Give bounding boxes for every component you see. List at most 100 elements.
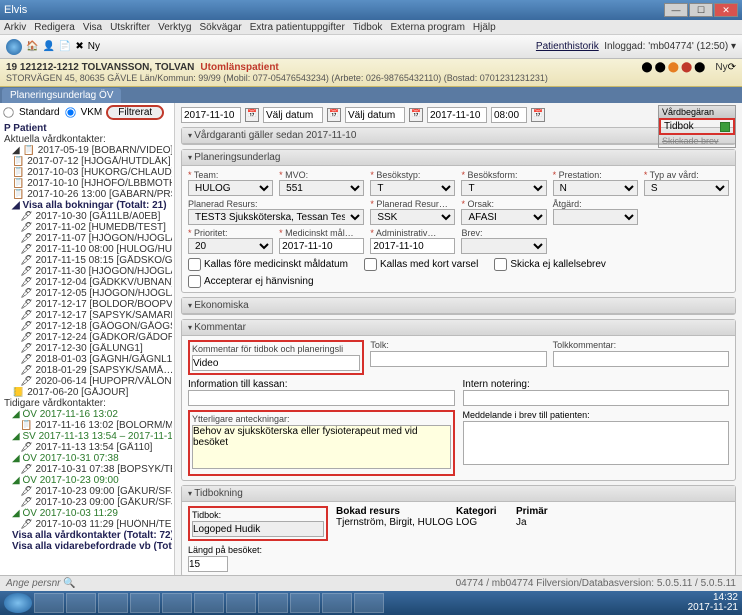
toolbar-icon-3[interactable]: 📄 <box>59 41 71 52</box>
input-meddat[interactable] <box>279 238 364 254</box>
select-besokstyp[interactable]: T <box>370 180 455 196</box>
date-placeholder-2[interactable] <box>345 107 405 123</box>
date-from-1[interactable] <box>181 107 241 123</box>
tree-node[interactable]: 🖋 2017-12-04 [GÅDKKV/UBNAN] <box>2 277 172 288</box>
input-info[interactable] <box>188 390 455 406</box>
tree-node[interactable]: 📒 2017-06-20 [GÅJOUR] <box>2 387 172 398</box>
menu-verktyg[interactable]: Verktyg <box>158 22 191 33</box>
tree-node[interactable]: 🖋 2017-12-17 [SAPSYK/SAMARP] <box>2 310 172 321</box>
select-brev[interactable] <box>461 238 546 254</box>
calendar-icon-1[interactable]: 📅 <box>245 108 259 122</box>
calendar-icon-4[interactable]: 📅 <box>531 108 545 122</box>
check-kortvar[interactable] <box>364 258 377 271</box>
planeringsunderlag-header[interactable]: Planeringsunderlag <box>182 150 735 166</box>
tree-node[interactable]: 📋 2017-11-16 13:02 [BOLORM/MISG] <box>2 420 172 431</box>
tree-node[interactable]: ◢ Visa alla bokningar (Totalt: 21) <box>2 200 172 211</box>
select-prio[interactable]: 20 <box>188 238 273 254</box>
tree-node[interactable]: 🖋 2018-01-29 [SAPSYK/SAMÅ…] <box>2 365 172 376</box>
globe-icon[interactable] <box>6 39 22 55</box>
date-placeholder-1[interactable] <box>263 107 323 123</box>
ny-button[interactable]: Ny <box>715 62 727 73</box>
taskbar-app-3[interactable] <box>98 593 128 613</box>
tree-node[interactable]: 📋 2017-10-03 [HUKORG/CHLAUD] <box>2 167 172 178</box>
tree-node[interactable]: 🖋 2017-10-03 11:29 [HUÖNH/TEST] <box>2 519 172 530</box>
select-besoksform[interactable]: T <box>461 180 546 196</box>
menu-tidbok[interactable]: Tidbok <box>353 22 383 33</box>
taskbar-app-2[interactable] <box>66 593 96 613</box>
menu-hjalp[interactable]: Hjälp <box>473 22 496 33</box>
tree-node[interactable]: 🖋 2017-11-30 [HJÖGON/HJÖGLAK] <box>2 266 172 277</box>
taskbar-app-11[interactable] <box>354 593 384 613</box>
tidbok-toggle-row[interactable]: Tidbok <box>659 118 735 135</box>
tree-node[interactable]: 🖋 2017-11-07 [HJÖGON/HJÖGLAK] <box>2 233 172 244</box>
tree-node[interactable]: Tidigare vårdkontakter: <box>2 398 172 409</box>
tree-node[interactable]: 🖋 2017-10-23 09:00 [GÅKUR/SFJH] <box>2 497 172 508</box>
tree-node[interactable]: ◢ ÖV 2017-10-23 09:00 <box>2 475 172 486</box>
tree-node[interactable]: 🖋 2017-11-02 [HUMEDB/TEST] <box>2 222 172 233</box>
tree-node[interactable]: 🖋 2017-11-15 08:15 [GÅDSKO/GÅDSKOL] <box>2 255 172 266</box>
menu-arkiv[interactable]: Arkiv <box>4 22 26 33</box>
check-accept[interactable] <box>188 275 201 288</box>
menu-externa[interactable]: Externa program <box>390 22 464 33</box>
kommentar-header[interactable]: Kommentar <box>182 320 735 336</box>
menu-sokvagar[interactable]: Sökvägar <box>199 22 241 33</box>
tree-node[interactable]: 🖋 2017-10-31 07:38 [BOPSYK/TEST] <box>2 464 172 475</box>
radio-standard[interactable] <box>3 107 13 117</box>
system-clock[interactable]: 14:32 2017-11-21 <box>688 593 738 613</box>
tree-node[interactable]: 📋 2017-07-12 [HJÖGÅ/HUTDLÅK] <box>2 156 172 167</box>
patienthistorik-link[interactable]: Patienthistorik <box>536 41 599 52</box>
calendar-icon-2[interactable]: 📅 <box>327 108 341 122</box>
toolbar-icon-5[interactable]: Ny <box>88 41 100 52</box>
patient-tree[interactable]: P PatientAktuella vårdkontakter:◢ 📋 2017… <box>2 123 172 552</box>
taskbar-app-10[interactable] <box>322 593 352 613</box>
calendar-icon-3[interactable]: 📅 <box>409 108 423 122</box>
date-from-2[interactable] <box>427 107 487 123</box>
radio-vkm[interactable] <box>65 107 75 117</box>
toolbar-icon-1[interactable]: 🏠 <box>26 41 38 52</box>
select-planres[interactable]: TEST3 Sjuksköterska, Tessan Test <box>188 209 364 225</box>
taskbar-app-8[interactable] <box>258 593 288 613</box>
taskbar-app-5[interactable] <box>162 593 192 613</box>
taskbar-app-4[interactable] <box>130 593 160 613</box>
tree-node[interactable]: 🖋 2017-12-05 [HJÖGON/HJÖGLAK] <box>2 288 172 299</box>
tree-node[interactable]: Visa alla vårdkontakter (Totalt: 72) <box>2 530 172 541</box>
time-field[interactable] <box>491 107 527 123</box>
input-tolkk[interactable] <box>553 351 729 367</box>
menu-visa[interactable]: Visa <box>83 22 102 33</box>
tree-node[interactable]: 🖋 2017-12-30 [GÅLUNG1] <box>2 343 172 354</box>
textarea-ytt[interactable]: Behov av sjuksköterska eller fysioterape… <box>192 425 451 469</box>
tidbokning-header[interactable]: Tidbokning <box>182 486 735 502</box>
refresh-icon[interactable]: ⟳ <box>728 62 736 73</box>
tree-node[interactable]: 🖋 2017-12-18 [GÅÖGON/GÅÖGSRT1] <box>2 321 172 332</box>
tree-node[interactable]: 📋 2017-10-10 [HJHÖFÖ/LBBMOTH] <box>2 178 172 189</box>
select-prestation[interactable]: N <box>553 180 638 196</box>
select-typavvard[interactable]: S <box>644 180 729 196</box>
input-langd[interactable] <box>188 556 228 572</box>
input-komm[interactable] <box>192 355 360 371</box>
taskbar-app-9[interactable] <box>290 593 320 613</box>
tree-node[interactable]: 🖋 2017-12-24 [GÅDKOR/GÅDORPOL] <box>2 332 172 343</box>
tree-node[interactable]: 🖋 2020-06-14 [HUPOPR/VÅLÖNH] <box>2 376 172 387</box>
input-tolk[interactable] <box>370 351 546 367</box>
filtrerat-button[interactable]: Filtrerat <box>106 105 164 120</box>
tree-node[interactable]: ◢ ÖV 2017-11-16 13:02 <box>2 409 172 420</box>
check-skicka[interactable] <box>494 258 507 271</box>
check-kallas[interactable] <box>188 258 201 271</box>
toolbar-icon-4[interactable]: ✖ <box>75 41 83 52</box>
taskbar-app-6[interactable] <box>194 593 224 613</box>
input-tidbok[interactable] <box>192 521 324 537</box>
minimize-button[interactable]: — <box>664 3 688 17</box>
select-orsak[interactable]: AFASI <box>461 209 546 225</box>
tab-planeringsunderlag[interactable]: Planeringsunderlag ÖV <box>2 88 121 103</box>
vardgaranti-header[interactable]: Vårdgaranti gäller sedan 2017-11-10 <box>182 128 735 144</box>
taskbar-app-1[interactable] <box>34 593 64 613</box>
tree-node[interactable]: 🖋 2017-12-17 [BOLDOR/BOOPVO2] <box>2 299 172 310</box>
tree-node[interactable]: 🖋 2018-01-03 [GÅGNH/GÅGNL12K] <box>2 354 172 365</box>
select-planreskat[interactable]: SSK <box>370 209 455 225</box>
tree-node[interactable]: Visa alla vidarebefordrade vb (Totalt: 4… <box>2 541 172 552</box>
tree-node[interactable]: ◢ 📋 2017-05-19 [BOBARN/VIDEO] <box>2 145 172 156</box>
textarea-medd[interactable] <box>463 421 730 465</box>
start-button[interactable] <box>4 593 32 613</box>
menu-extra[interactable]: Extra patientuppgifter <box>250 22 345 33</box>
tree-node[interactable]: ◢ ÖV 2017-10-31 07:38 <box>2 453 172 464</box>
